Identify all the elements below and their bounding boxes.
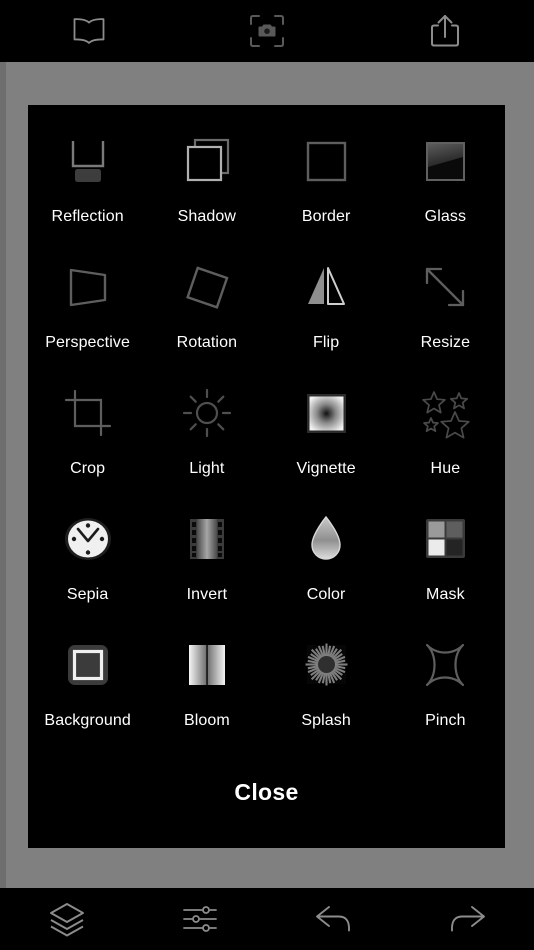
effect-item-border[interactable]: Border — [267, 119, 386, 245]
share-button[interactable] — [356, 0, 534, 62]
effect-item-color[interactable]: Color — [267, 497, 386, 623]
book-icon — [71, 16, 107, 46]
effect-label: Shadow — [177, 208, 237, 225]
effect-item-crop[interactable]: Crop — [28, 371, 147, 497]
effect-label: Sepia — [66, 586, 109, 603]
effect-label: Pinch — [425, 712, 466, 729]
color-icon — [294, 507, 358, 571]
effect-label: Perspective — [45, 334, 130, 351]
effect-label: Hue — [430, 460, 461, 477]
effect-item-background[interactable]: Background — [28, 623, 147, 749]
undo-button[interactable] — [267, 888, 401, 950]
adjustments-icon — [183, 904, 218, 934]
bloom-icon — [175, 633, 239, 697]
effect-label: Color — [306, 586, 346, 603]
effect-label: Glass — [424, 208, 467, 225]
book-button[interactable] — [0, 0, 178, 62]
effect-label: Rotation — [176, 334, 238, 351]
effects-grid: Reflection Shadow Border Glass Perspecti… — [28, 119, 505, 749]
canvas-left-edge — [0, 62, 6, 888]
vignette-icon — [294, 381, 358, 445]
reflection-icon — [56, 129, 120, 193]
effect-label: Flip — [313, 334, 340, 351]
effect-item-splash[interactable]: Splash — [267, 623, 386, 749]
adjustments-button[interactable] — [134, 888, 268, 950]
effect-item-bloom[interactable]: Bloom — [147, 623, 266, 749]
effect-item-perspective[interactable]: Perspective — [28, 245, 147, 371]
glass-icon — [413, 129, 477, 193]
share-icon — [429, 13, 461, 49]
effect-label: Background — [44, 712, 131, 729]
photo-canvas: Reflection Shadow Border Glass Perspecti… — [0, 62, 534, 888]
invert-icon — [175, 507, 239, 571]
camera-scan-icon — [249, 14, 285, 48]
pinch-icon — [413, 633, 477, 697]
effect-item-sepia[interactable]: Sepia — [28, 497, 147, 623]
effect-label: Bloom — [183, 712, 230, 729]
border-icon — [294, 129, 358, 193]
effect-item-hue[interactable]: Hue — [386, 371, 505, 497]
effect-item-flip[interactable]: Flip — [267, 245, 386, 371]
redo-button[interactable] — [401, 888, 534, 950]
effect-item-shadow[interactable]: Shadow — [147, 119, 266, 245]
effects-panel: Reflection Shadow Border Glass Perspecti… — [28, 105, 505, 848]
effect-item-reflection[interactable]: Reflection — [28, 119, 147, 245]
effect-item-mask[interactable]: Mask — [386, 497, 505, 623]
effect-label: Vignette — [296, 460, 356, 477]
layers-icon — [48, 901, 86, 937]
effect-item-resize[interactable]: Resize — [386, 245, 505, 371]
close-button-wrap: Close — [28, 779, 505, 806]
top-toolbar — [0, 0, 534, 62]
effect-label: Splash — [301, 712, 351, 729]
hue-icon — [413, 381, 477, 445]
effect-label: Resize — [420, 334, 471, 351]
redo-icon — [448, 903, 486, 935]
sepia-icon — [56, 507, 120, 571]
camera-scan-button[interactable] — [178, 0, 356, 62]
app-root: Reflection Shadow Border Glass Perspecti… — [0, 0, 534, 950]
effect-label: Reflection — [51, 208, 124, 225]
rotation-icon — [175, 255, 239, 319]
close-button[interactable]: Close — [234, 779, 298, 806]
undo-icon — [315, 903, 353, 935]
effect-label: Crop — [70, 460, 106, 477]
effect-label: Mask — [426, 586, 465, 603]
effect-item-glass: Glass — [386, 119, 505, 245]
splash-icon — [294, 633, 358, 697]
effect-item-rotation[interactable]: Rotation — [147, 245, 266, 371]
bottom-toolbar — [0, 888, 534, 950]
effect-item-light[interactable]: Light — [147, 371, 266, 497]
crop-icon — [56, 381, 120, 445]
effect-label: Border — [301, 208, 351, 225]
light-icon — [175, 381, 239, 445]
effect-item-pinch[interactable]: Pinch — [386, 623, 505, 749]
effect-label: Invert — [186, 586, 228, 603]
layers-button[interactable] — [0, 888, 134, 950]
resize-icon — [413, 255, 477, 319]
effect-item-invert[interactable]: Invert — [147, 497, 266, 623]
flip-icon — [294, 255, 358, 319]
perspective-icon — [56, 255, 120, 319]
shadow-icon — [175, 129, 239, 193]
mask-icon — [413, 507, 477, 571]
background-icon — [56, 633, 120, 697]
effect-item-vignette[interactable]: Vignette — [267, 371, 386, 497]
effect-label: Light — [189, 460, 225, 477]
